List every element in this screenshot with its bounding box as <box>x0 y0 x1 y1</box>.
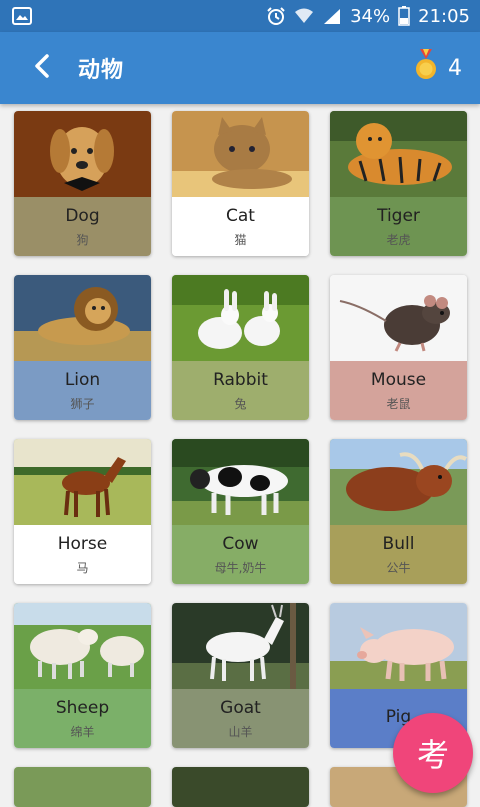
medal-counter[interactable]: 4 <box>414 49 462 87</box>
chinese-name: 公牛 <box>386 561 411 575</box>
english-name: Goat <box>220 698 261 718</box>
english-name: Dog <box>65 206 100 226</box>
goat-photo <box>172 603 309 689</box>
card-label: Goat 山羊 <box>172 689 309 748</box>
tiger-photo <box>330 111 467 197</box>
chinese-name: 狗 <box>76 233 89 247</box>
english-name: Mouse <box>370 370 427 390</box>
page-title: 动物 <box>78 58 125 83</box>
sheep-photo <box>14 603 151 689</box>
bull-photo <box>330 439 467 525</box>
english-name: Lion <box>64 370 101 390</box>
cat-photo <box>172 111 309 197</box>
english-name: Cat <box>226 206 255 226</box>
rabbit-photo <box>172 275 309 361</box>
clock: 21:05 <box>418 5 470 27</box>
lion-photo <box>14 275 151 361</box>
card-label: Rabbit 兔 <box>172 361 309 420</box>
chinese-name: 母牛,奶牛 <box>214 561 267 575</box>
animal-card-rabbit[interactable]: Rabbit 兔 <box>172 275 309 420</box>
animal-card-tiger[interactable]: Tiger 老虎 <box>330 111 467 256</box>
mouse-photo <box>330 275 467 361</box>
status-bar: 34% 21:05 <box>0 0 480 32</box>
signal-icon <box>322 7 342 25</box>
animal-card-cow[interactable]: Cow 母牛,奶牛 <box>172 439 309 584</box>
chinese-name: 狮子 <box>70 397 95 411</box>
chinese-name: 马 <box>76 561 89 575</box>
english-name: Horse <box>57 534 108 554</box>
card-label: Bull 公牛 <box>330 525 467 584</box>
battery-icon <box>398 6 410 26</box>
animal-card-bull[interactable]: Bull 公牛 <box>330 439 467 584</box>
card-label: Mouse 老鼠 <box>330 361 467 420</box>
wifi-icon <box>294 7 314 25</box>
english-name: Sheep <box>55 698 110 718</box>
horse-photo <box>14 439 151 525</box>
card-label: Cat 猫 <box>172 197 309 256</box>
animal-card-cat[interactable]: Cat 猫 <box>172 111 309 256</box>
animal-card-partial[interactable] <box>172 767 309 807</box>
english-name: Tiger <box>377 206 420 226</box>
cow-photo <box>172 439 309 525</box>
animal-card-horse[interactable]: Horse 马 <box>14 439 151 584</box>
card-label: Cow 母牛,奶牛 <box>172 525 309 584</box>
chinese-name: 山羊 <box>228 725 253 739</box>
english-name: Cow <box>222 534 259 554</box>
card-label: Tiger 老虎 <box>330 197 467 256</box>
chinese-name: 老虎 <box>386 233 411 247</box>
card-label: Sheep 绵羊 <box>14 689 151 748</box>
chinese-name: 兔 <box>234 397 247 411</box>
english-name: Bull <box>382 534 415 554</box>
chinese-name: 猫 <box>234 233 247 247</box>
card-label: Lion 狮子 <box>14 361 151 420</box>
app-bar: 动物 4 <box>0 32 480 104</box>
quiz-button[interactable]: 考 <box>393 713 473 793</box>
back-arrow-icon <box>32 54 52 82</box>
back-button[interactable] <box>22 48 62 88</box>
medal-icon <box>414 49 438 87</box>
pig-photo <box>330 603 467 689</box>
dog-photo <box>14 111 151 197</box>
animal-card-partial[interactable] <box>14 767 151 807</box>
english-name: Rabbit <box>213 370 268 390</box>
animal-card-mouse[interactable]: Mouse 老鼠 <box>330 275 467 420</box>
card-label: Dog 狗 <box>14 197 151 256</box>
animal-card-sheep[interactable]: Sheep 绵羊 <box>14 603 151 748</box>
alarm-icon <box>266 6 286 26</box>
animal-card-dog[interactable]: Dog 狗 <box>14 111 151 256</box>
battery-percent: 34% <box>350 5 391 27</box>
image-icon <box>12 7 32 25</box>
animal-card-goat[interactable]: Goat 山羊 <box>172 603 309 748</box>
chinese-name: 老鼠 <box>386 397 411 411</box>
medal-count: 4 <box>448 55 462 81</box>
card-label: Horse 马 <box>14 525 151 584</box>
animal-card-lion[interactable]: Lion 狮子 <box>14 275 151 420</box>
chinese-name: 绵羊 <box>70 725 95 739</box>
